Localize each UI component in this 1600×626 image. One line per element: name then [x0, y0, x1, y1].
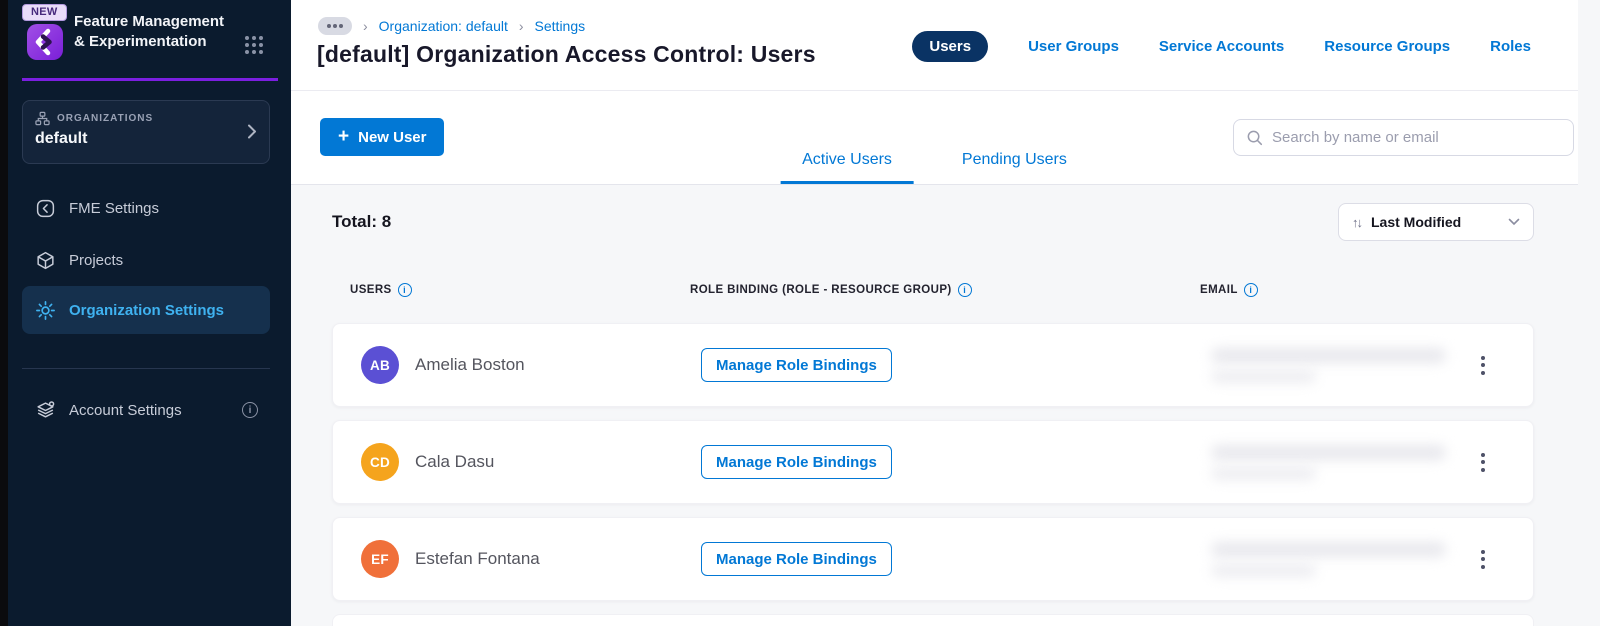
gear-icon: [36, 300, 55, 320]
sidebar-item-account-settings[interactable]: Account Settings i: [22, 392, 270, 428]
sidebar-item-projects[interactable]: Projects: [22, 242, 270, 278]
breadcrumb: › Organization: default › Settings: [318, 17, 585, 35]
org-selector-value: default: [35, 130, 88, 147]
new-user-button[interactable]: + New User: [320, 118, 445, 156]
email-redacted: [1211, 347, 1461, 383]
new-badge: NEW: [22, 4, 67, 21]
row-menu-kebab-icon[interactable]: [1475, 447, 1491, 478]
table-row: AB Amelia Boston Manage Role Bindings: [332, 323, 1534, 407]
app-grid-icon[interactable]: [243, 34, 265, 56]
column-header-email: EMAIL i: [1200, 283, 1472, 297]
column-header-users: USERS i: [350, 283, 690, 297]
new-user-button-label: New User: [358, 128, 427, 146]
table-row: EF Estefan Fontana Manage Role Bindings: [332, 517, 1534, 601]
breadcrumb-link-organization[interactable]: Organization: default: [379, 18, 508, 34]
tab-user-groups[interactable]: User Groups: [1028, 38, 1119, 55]
toolbar: + New User Active Users Pending Users: [291, 91, 1578, 185]
user-rows: AB Amelia Boston Manage Role Bindings CD…: [332, 323, 1534, 626]
main-panel: › Organization: default › Settings [defa…: [291, 0, 1578, 626]
plus-icon: +: [338, 125, 350, 147]
breadcrumb-link-settings[interactable]: Settings: [535, 18, 586, 34]
user-cell: AB Amelia Boston: [361, 346, 701, 384]
sort-arrows-icon: ↑↓: [1352, 214, 1363, 230]
table-row-partial: [332, 614, 1534, 626]
email-info-icon[interactable]: i: [1243, 283, 1258, 297]
user-name: Cala Dasu: [415, 452, 495, 471]
account-info-icon[interactable]: i: [242, 402, 258, 418]
tab-service-accounts[interactable]: Service Accounts: [1159, 38, 1284, 55]
breadcrumb-separator: ›: [518, 18, 524, 34]
sort-dropdown-value: Last Modified: [1371, 214, 1462, 230]
table-row: CD Cala Dasu Manage Role Bindings: [332, 420, 1534, 504]
user-state-subtabs: Active Users Pending Users: [780, 138, 1089, 184]
search-icon: [1247, 130, 1263, 146]
role-binding-info-icon[interactable]: i: [957, 283, 972, 297]
manage-role-bindings-button[interactable]: Manage Role Bindings: [701, 348, 892, 382]
breadcrumb-separator: ›: [363, 18, 368, 34]
access-control-tabs: Users User Groups Service Accounts Resou…: [912, 31, 1531, 62]
total-count-value: 8: [381, 212, 392, 231]
avatar: AB: [361, 346, 399, 384]
search-box: [1233, 119, 1574, 156]
fme-logo-icon: [27, 24, 63, 60]
organization-selector[interactable]: ORGANIZATIONS default: [22, 100, 270, 164]
row-menu-kebab-icon[interactable]: [1475, 350, 1491, 381]
sidebar-divider: [22, 368, 270, 369]
email-redacted: [1211, 541, 1461, 577]
chevron-right-icon: [248, 124, 256, 139]
layers-gear-icon: [37, 400, 55, 418]
manage-role-bindings-button[interactable]: Manage Role Bindings: [701, 542, 892, 576]
sidebar-item-label: FME Settings: [69, 199, 160, 217]
org-selector-label: ORGANIZATIONS: [57, 113, 154, 124]
user-cell: EF Estefan Fontana: [361, 540, 701, 578]
column-header-role-binding: ROLE BINDING (ROLE - RESOURCE GROUP) i: [690, 283, 1200, 297]
manage-role-bindings-button[interactable]: Manage Role Bindings: [701, 445, 892, 479]
total-count: Total: 8: [332, 212, 392, 231]
subtab-pending-users[interactable]: Pending Users: [940, 138, 1089, 184]
org-hierarchy-icon: [35, 111, 50, 126]
brand-divider: [22, 78, 278, 81]
window-edge-strip: [0, 0, 8, 626]
table-header-row: USERS i ROLE BINDING (ROLE - RESOURCE GR…: [332, 283, 1534, 297]
user-name: Estefan Fontana: [415, 549, 540, 568]
avatar: EF: [361, 540, 399, 578]
sort-dropdown[interactable]: ↑↓ Last Modified: [1338, 203, 1534, 241]
tab-users[interactable]: Users: [912, 31, 989, 62]
tab-roles[interactable]: Roles: [1490, 38, 1531, 55]
users-info-icon[interactable]: i: [397, 283, 412, 297]
avatar: CD: [361, 443, 399, 481]
sidebar-item-label: Organization Settings: [69, 301, 225, 319]
user-cell: CD Cala Dasu: [361, 443, 701, 481]
fme-settings-icon: [36, 199, 55, 217]
email-redacted: [1211, 444, 1461, 480]
row-menu-kebab-icon[interactable]: [1475, 544, 1491, 575]
product-title: Feature Management & Experimentation: [74, 13, 225, 50]
sidebar-item-label: Account Settings: [69, 401, 182, 419]
chevron-down-icon: [1508, 218, 1520, 226]
user-name: Amelia Boston: [415, 355, 525, 374]
search-input[interactable]: [1272, 129, 1561, 146]
tab-resource-groups[interactable]: Resource Groups: [1324, 38, 1450, 55]
sidebar-item-organization-settings[interactable]: Organization Settings: [22, 286, 270, 334]
sidebar: NEW Feature Management & Experimentation…: [8, 0, 291, 626]
sidebar-item-fme-settings[interactable]: FME Settings: [22, 190, 270, 226]
cube-icon: [37, 251, 54, 269]
sidebar-item-label: Projects: [69, 251, 124, 269]
page-header: › Organization: default › Settings [defa…: [291, 0, 1578, 91]
breadcrumb-ellipsis[interactable]: [318, 17, 352, 35]
subtab-active-users[interactable]: Active Users: [780, 138, 914, 184]
user-list-content: Total: 8 ↑↓ Last Modified USERS i ROLE B…: [291, 185, 1578, 626]
page-title: [default] Organization Access Control: U…: [317, 41, 816, 67]
